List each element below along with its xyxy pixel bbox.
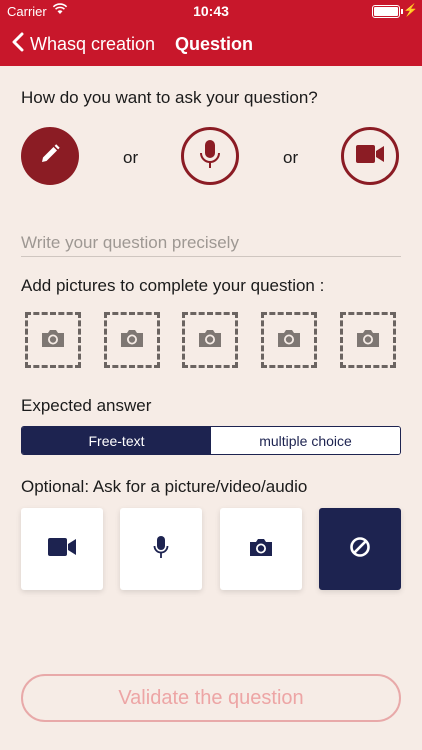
text-mode-button[interactable] [21, 127, 79, 185]
video-mode-button[interactable] [341, 127, 399, 185]
charging-icon: ⚡ [403, 3, 418, 17]
expected-answer-selector: Free-text multiple choice [21, 426, 401, 455]
camera-icon [276, 328, 302, 353]
back-label: Whasq creation [30, 33, 156, 54]
photo-slot-5[interactable] [340, 312, 396, 368]
pencil-icon [38, 142, 62, 171]
add-pictures-label: Add pictures to complete your question : [21, 276, 325, 295]
photo-slot-4[interactable] [261, 312, 317, 368]
question-input[interactable] [21, 230, 401, 257]
request-audio-button[interactable] [120, 508, 202, 590]
free-text-option[interactable]: Free-text [22, 427, 211, 454]
video-camera-icon [47, 537, 77, 562]
request-picture-button[interactable] [220, 508, 302, 590]
camera-icon [197, 328, 223, 353]
camera-icon [248, 537, 274, 562]
status-bar: Carrier 10:43 ⚡ [0, 0, 422, 22]
back-button[interactable]: Whasq creation [12, 30, 155, 58]
navigation-bar: Whasq creation Question [0, 24, 422, 64]
camera-icon [355, 328, 381, 353]
photo-slot-2[interactable] [104, 312, 160, 368]
camera-icon [40, 328, 66, 353]
chevron-left-icon [12, 32, 24, 57]
audio-mode-button[interactable] [181, 127, 239, 185]
or-separator: or [123, 148, 139, 167]
microphone-icon [199, 139, 221, 174]
photo-slot-3[interactable] [182, 312, 238, 368]
top-bar: Carrier 10:43 ⚡ Whasq creation Question [0, 0, 422, 66]
or-separator: or [283, 148, 299, 167]
page-title: Question [175, 34, 254, 54]
request-none-button[interactable] [319, 508, 401, 590]
expected-answer-label: Expected answer [21, 396, 152, 415]
status-time: 10:43 [193, 3, 229, 19]
request-video-button[interactable] [21, 508, 103, 590]
validate-question-button[interactable]: Validate the question [21, 674, 401, 722]
video-camera-icon [355, 144, 385, 169]
photo-slot-1[interactable] [25, 312, 81, 368]
battery-icon [372, 5, 403, 18]
microphone-icon [153, 535, 169, 564]
multiple-choice-option[interactable]: multiple choice [211, 427, 400, 454]
none-icon [349, 536, 371, 563]
optional-media-label: Optional: Ask for a picture/video/audio [21, 477, 308, 496]
camera-icon [119, 328, 145, 353]
ask-mode-prompt: How do you want to ask your question? [21, 88, 318, 107]
